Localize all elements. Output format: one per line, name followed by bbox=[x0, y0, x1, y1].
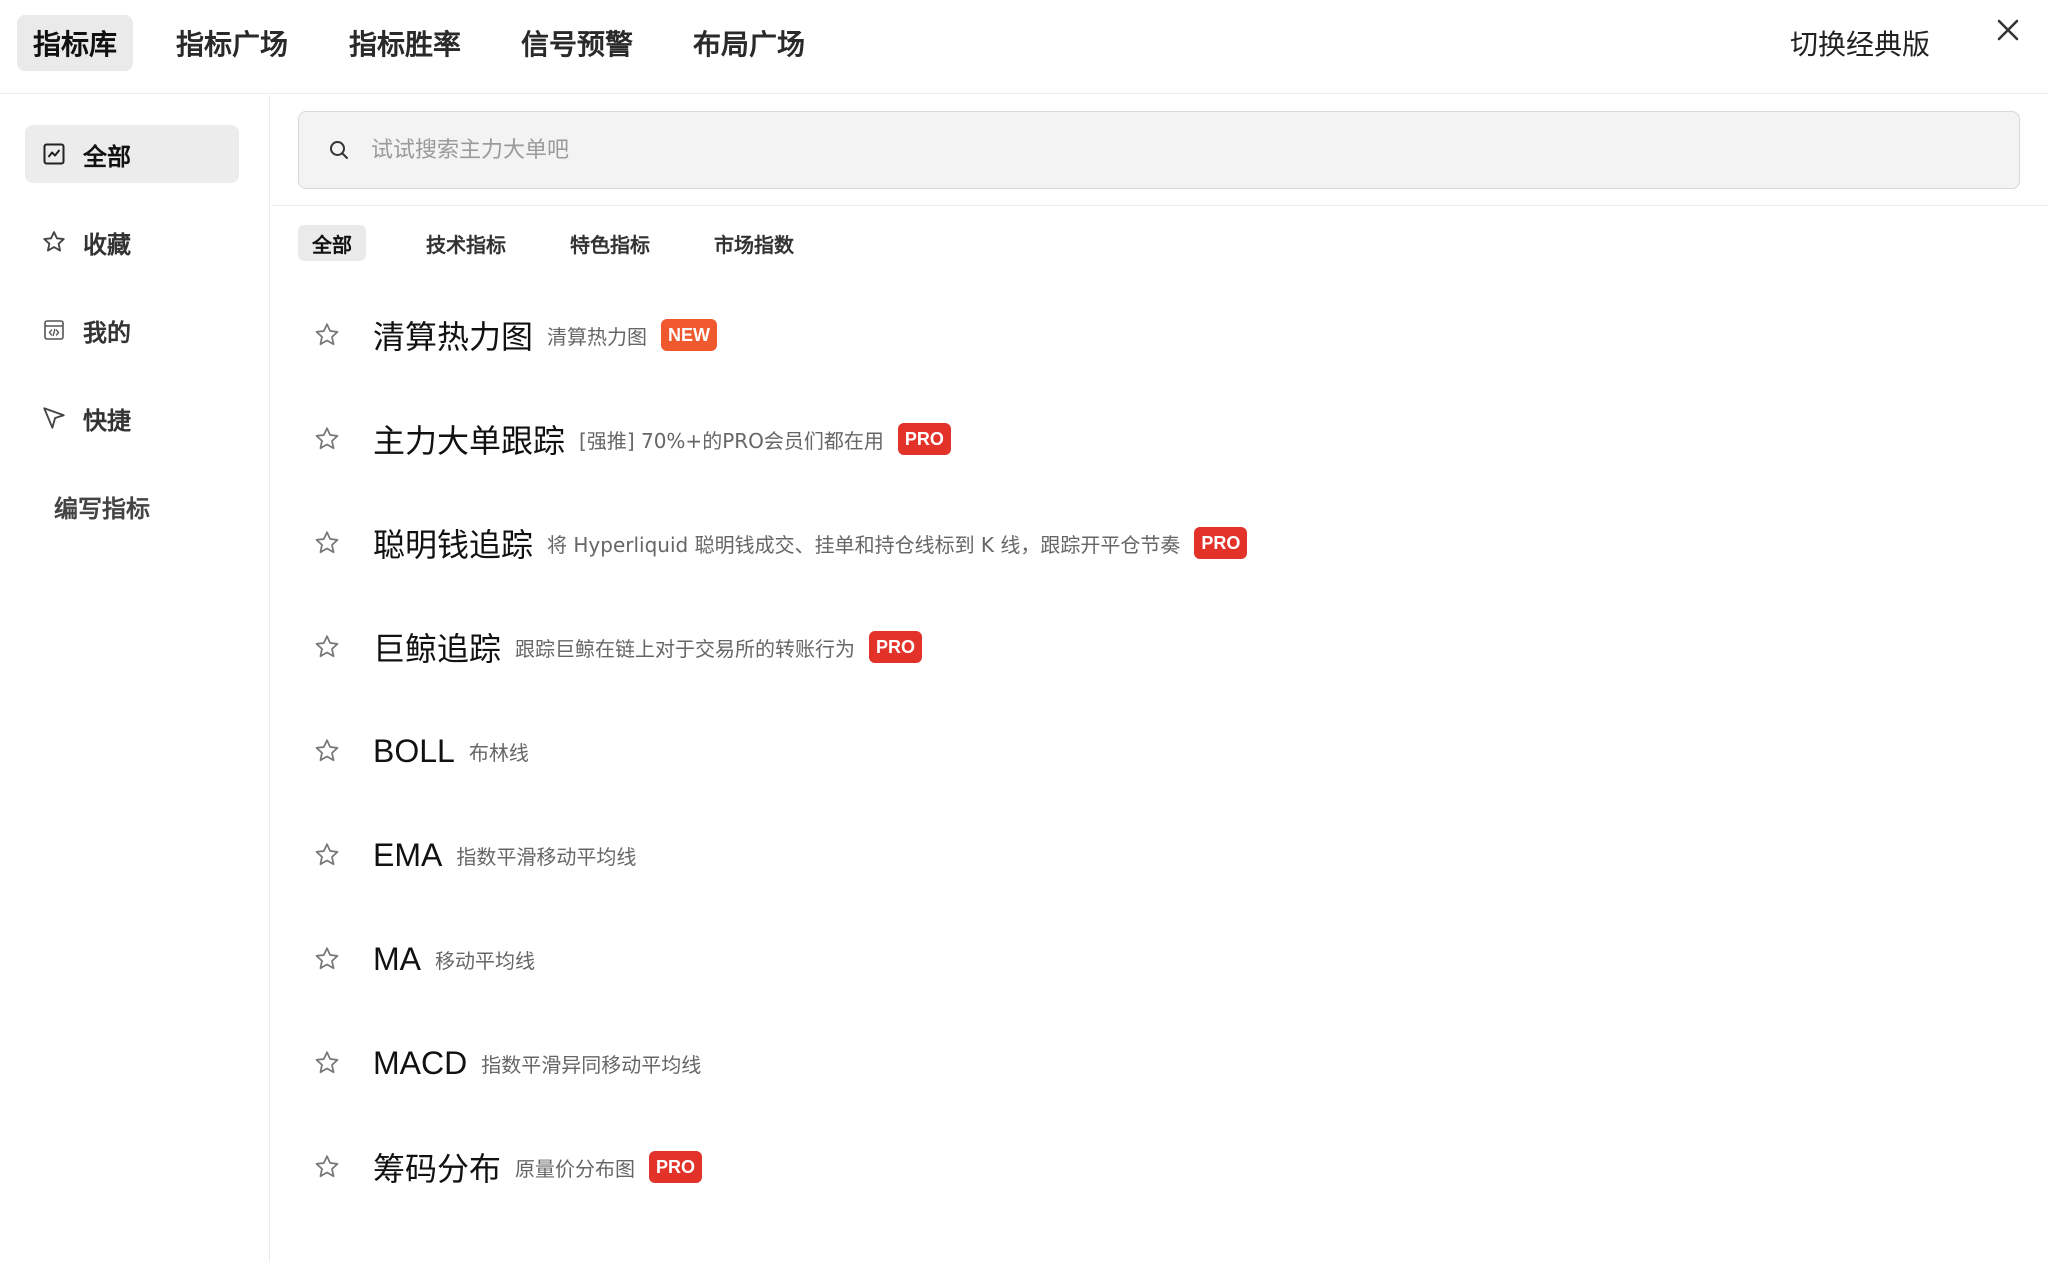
indicator-row[interactable]: 清算热力图 清算热力图 NEW bbox=[311, 305, 718, 365]
pro-badge: PRO bbox=[897, 423, 951, 455]
favorite-star-icon[interactable] bbox=[311, 943, 343, 975]
tab-indicator-library[interactable]: 指标库 bbox=[17, 15, 134, 71]
indicator-name: 主力大单跟踪 bbox=[373, 423, 566, 459]
indicator-name: MA bbox=[373, 940, 421, 977]
sidebar-item-favorites[interactable]: 收藏 bbox=[25, 213, 239, 271]
indicator-row[interactable]: 主力大单跟踪 [强推] 70%+的PRO会员们都在用 PRO bbox=[311, 409, 951, 469]
indicator-name: BOLL bbox=[373, 732, 455, 769]
favorite-star-icon[interactable] bbox=[311, 839, 343, 871]
sidebar-item-label: 全部 bbox=[83, 142, 131, 171]
sidebar-item-label: 快捷 bbox=[83, 406, 131, 435]
close-icon bbox=[1997, 19, 2019, 41]
indicator-row[interactable]: 巨鲸追踪 跟踪巨鲸在链上对于交易所的转账行为 PRO bbox=[311, 617, 923, 677]
indicator-row[interactable]: MACD 指数平滑异同移动平均线 bbox=[311, 1033, 715, 1093]
sidebar-item-label: 我的 bbox=[83, 318, 131, 347]
new-badge: NEW bbox=[661, 319, 718, 351]
category-tab-technical[interactable]: 技术指标 bbox=[412, 225, 520, 261]
indicator-name: 筹码分布 bbox=[373, 1151, 502, 1187]
indicator-name: 清算热力图 bbox=[373, 319, 534, 355]
tab-indicator-winrate[interactable]: 指标胜率 bbox=[333, 15, 477, 71]
divider bbox=[271, 205, 2048, 206]
favorite-star-icon[interactable] bbox=[311, 527, 343, 559]
cursor-icon bbox=[41, 405, 67, 431]
indicator-row[interactable]: BOLL 布林线 bbox=[311, 721, 543, 781]
top-nav-bar: 指标库 指标广场 指标胜率 信号预警 布局广场 切换经典版 bbox=[0, 0, 2048, 94]
indicator-desc: 指数平滑移动平均线 bbox=[456, 844, 637, 869]
indicator-row[interactable]: EMA 指数平滑移动平均线 bbox=[311, 825, 650, 885]
category-tab-all[interactable]: 全部 bbox=[298, 225, 366, 261]
sidebar-item-shortcut[interactable]: 快捷 bbox=[25, 389, 239, 447]
indicator-desc: 原量价分布图 bbox=[515, 1156, 636, 1181]
star-icon bbox=[41, 229, 67, 255]
code-file-icon bbox=[41, 317, 67, 343]
category-tab-featured[interactable]: 特色指标 bbox=[556, 225, 664, 261]
chart-box-icon bbox=[41, 141, 67, 167]
switch-classic-button[interactable]: 切换经典版 bbox=[1790, 18, 1930, 68]
search-icon bbox=[327, 137, 353, 163]
close-button[interactable] bbox=[1988, 10, 2028, 50]
search-box[interactable] bbox=[298, 111, 2020, 189]
indicator-name: 聪明钱追踪 bbox=[373, 527, 534, 563]
indicator-row[interactable]: 筹码分布 原量价分布图 PRO bbox=[311, 1137, 703, 1197]
tab-indicator-square[interactable]: 指标广场 bbox=[160, 15, 304, 71]
favorite-star-icon[interactable] bbox=[311, 423, 343, 455]
sidebar: 全部 收藏 我的 快捷 编写指标 bbox=[0, 95, 270, 1262]
indicator-desc: 指数平滑异同移动平均线 bbox=[481, 1052, 702, 1077]
indicator-desc: 跟踪巨鲸在链上对于交易所的转账行为 bbox=[515, 636, 856, 661]
indicator-row[interactable]: MA 移动平均线 bbox=[311, 929, 549, 989]
sidebar-item-mine[interactable]: 我的 bbox=[25, 301, 239, 359]
indicator-name: 巨鲸追踪 bbox=[373, 631, 502, 667]
category-tab-market-index[interactable]: 市场指数 bbox=[700, 225, 808, 261]
indicator-desc: [强推] 70%+的PRO会员们都在用 bbox=[579, 428, 884, 453]
indicator-desc: 布林线 bbox=[468, 740, 529, 765]
favorite-star-icon[interactable] bbox=[311, 319, 343, 351]
favorite-star-icon[interactable] bbox=[311, 1047, 343, 1079]
indicator-name: EMA bbox=[373, 836, 443, 873]
pro-badge: PRO bbox=[649, 1151, 703, 1183]
indicator-desc: 将 Hyperliquid 聪明钱成交、挂单和持仓线标到 K 线，跟踪开平仓节奏 bbox=[547, 532, 1181, 557]
tab-signal-alert[interactable]: 信号预警 bbox=[505, 15, 649, 71]
sidebar-item-label: 收藏 bbox=[83, 230, 131, 259]
favorite-star-icon[interactable] bbox=[311, 631, 343, 663]
indicator-desc: 清算热力图 bbox=[547, 324, 648, 349]
main-panel: 全部 技术指标 特色指标 市场指数 清算热力图 清算热力图 NEW 主力大单跟踪… bbox=[271, 95, 2048, 1262]
sidebar-item-all[interactable]: 全部 bbox=[25, 125, 239, 183]
sidebar-item-label: 编写指标 bbox=[54, 494, 150, 523]
tab-layout-square[interactable]: 布局广场 bbox=[677, 15, 821, 71]
favorite-star-icon[interactable] bbox=[311, 735, 343, 767]
sidebar-item-write-indicator[interactable]: 编写指标 bbox=[25, 477, 239, 535]
indicator-name: MACD bbox=[373, 1044, 468, 1081]
favorite-star-icon[interactable] bbox=[311, 1151, 343, 1183]
indicator-desc: 移动平均线 bbox=[435, 948, 535, 973]
indicator-row[interactable]: 聪明钱追踪 将 Hyperliquid 聪明钱成交、挂单和持仓线标到 K 线，跟… bbox=[311, 513, 1248, 573]
search-input[interactable] bbox=[371, 137, 2019, 163]
pro-badge: PRO bbox=[1194, 527, 1248, 559]
pro-badge: PRO bbox=[869, 631, 923, 663]
